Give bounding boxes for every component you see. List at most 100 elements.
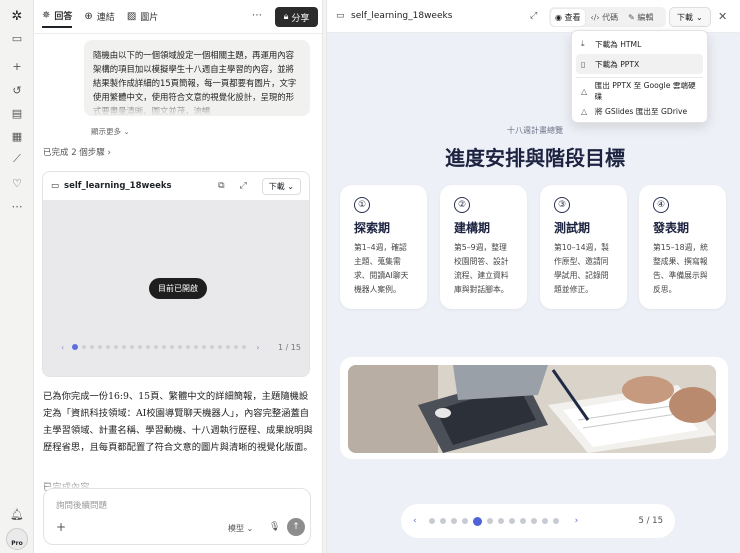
library-icon[interactable]: ▤: [9, 105, 25, 121]
file-icon: ▯: [581, 59, 586, 69]
steps-completed[interactable]: 已完成 2 個步驟 ›: [43, 146, 111, 158]
view-button[interactable]: ◉ 查看: [551, 8, 585, 26]
slides-card: ▭ self_learning_18weeks ⧉ ⤢ 下載 ⌄ 目前已開啟 ‹…: [42, 171, 310, 377]
tab-label: 圖片: [140, 12, 159, 23]
prev-slide-icon[interactable]: ‹: [413, 516, 417, 526]
page-dot[interactable]: [130, 345, 135, 349]
page-dot[interactable]: [146, 345, 151, 349]
page-dot[interactable]: [186, 345, 191, 349]
page-dot[interactable]: [218, 345, 223, 349]
phase-number: ③: [554, 197, 570, 213]
globe-icon: ⊕: [84, 10, 93, 22]
phase-desc: 第15–18週，統整成果、撰寫報告、準備展示與反思。: [653, 243, 708, 294]
tab-label: 回答: [54, 11, 73, 22]
code-label: 代碼: [602, 12, 619, 22]
mini-prev-icon[interactable]: ‹: [61, 343, 64, 352]
page-dot[interactable]: [90, 345, 95, 349]
menu-item-download-html[interactable]: ⤓ 下載為 HTML: [576, 34, 703, 54]
phase-card: ③ 測試期 第10–14週，製作原型、邀請同學試用、記錄問題並修正。: [540, 185, 627, 309]
page-dot[interactable]: [450, 518, 457, 524]
page-dot[interactable]: [519, 518, 526, 524]
page-dot[interactable]: [530, 518, 537, 524]
mini-next-icon[interactable]: ›: [256, 343, 259, 352]
notification-icon[interactable]: 🔔︎: [9, 506, 25, 522]
tab-links[interactable]: ⊕ 連結: [84, 10, 114, 27]
drive-icon: △: [581, 86, 588, 96]
page-dot[interactable]: [106, 345, 111, 349]
avatar[interactable]: Pro: [6, 528, 28, 550]
expand-icon[interactable]: ⤢: [240, 181, 247, 191]
page-dot[interactable]: [461, 518, 468, 524]
page-dot[interactable]: [497, 518, 504, 524]
next-slide-icon[interactable]: ›: [575, 516, 579, 526]
slide-thumbnail[interactable]: 目前已開啟 ‹ › 1 / 15: [43, 200, 309, 376]
page-dot[interactable]: [508, 518, 515, 524]
fullscreen-icon[interactable]: ⤢: [530, 11, 537, 21]
page-dot[interactable]: [242, 345, 247, 349]
page-dot[interactable]: [162, 345, 167, 349]
phase-desc: 第1–4週，確認主題、蒐集需求、閱讀AI聊天機器人案例。: [354, 243, 409, 294]
page-dot[interactable]: [234, 345, 239, 349]
view-mode-switch: ◉ 查看 ‹/› 代碼 ✎ 編輯: [549, 7, 666, 27]
history-icon[interactable]: ↺: [9, 82, 25, 98]
code-button[interactable]: ‹/› 代碼: [587, 9, 623, 26]
user-message: 隨機由以下的一個領域設定一個相關主題，再運用內容架構的項目加以模擬學生十八週自主…: [84, 40, 310, 116]
slides-file-icon: ▭: [51, 181, 60, 191]
chart-icon[interactable]: ⟋: [9, 151, 25, 167]
favorites-icon[interactable]: ♡: [9, 175, 25, 191]
page-dot[interactable]: [541, 518, 548, 524]
model-selector[interactable]: 模型 ⌄: [228, 523, 253, 534]
page-dot[interactable]: [194, 345, 199, 349]
page-dot[interactable]: [170, 345, 175, 349]
app-logo-icon[interactable]: ✲: [9, 8, 25, 24]
page-dot[interactable]: [114, 345, 119, 349]
page-dot[interactable]: [178, 345, 183, 349]
new-thread-icon[interactable]: +: [9, 58, 25, 74]
more-icon[interactable]: ⋯: [9, 198, 25, 214]
page-dot[interactable]: [486, 518, 493, 524]
mini-slide-nav: ‹ › 1 / 15: [61, 340, 301, 354]
page-dot[interactable]: [428, 518, 435, 524]
page-dot[interactable]: [439, 518, 446, 524]
page-dot[interactable]: [122, 345, 127, 349]
edit-button[interactable]: ✎ 編輯: [624, 9, 657, 26]
tab-label: 連結: [96, 12, 115, 23]
page-dot[interactable]: [154, 345, 159, 349]
close-icon[interactable]: ✕: [718, 10, 727, 23]
page-dot[interactable]: [82, 345, 87, 349]
copy-icon[interactable]: ⧉: [218, 181, 224, 191]
more-options-icon[interactable]: ⋯: [252, 10, 262, 21]
tab-answer[interactable]: ✵ 回答: [42, 9, 73, 28]
page-dot[interactable]: [226, 345, 231, 349]
page-dot[interactable]: [72, 344, 79, 350]
view-label: 查看: [564, 12, 581, 22]
menu-item-export-pptx-drive[interactable]: △ 匯出 PPTX 至 Google 雲端硬碟: [576, 81, 703, 101]
microphone-icon[interactable]: 🎙︎: [269, 522, 280, 532]
lock-icon: 🔒︎: [283, 12, 289, 22]
image-icon: ▨: [126, 10, 137, 22]
page-dot[interactable]: [202, 345, 207, 349]
attach-plus-icon[interactable]: +: [56, 520, 66, 534]
slides-file-name: self_learning_18weeks: [64, 181, 172, 191]
phase-name: 測試期: [554, 221, 591, 235]
menu-item-download-pptx[interactable]: ▯ 下載為 PPTX: [576, 54, 703, 74]
page-dot[interactable]: [138, 345, 143, 349]
edit-label: 編輯: [637, 12, 654, 22]
page-dot[interactable]: [98, 345, 103, 349]
show-more-button[interactable]: 顯示更多 ⌄: [91, 126, 130, 137]
follow-up-input[interactable]: 詢問後續問題: [56, 499, 107, 511]
tab-divider: [34, 33, 322, 34]
card-download-button[interactable]: 下載 ⌄: [261, 177, 301, 195]
share-button[interactable]: 🔒︎ 分享: [275, 7, 318, 27]
send-button[interactable]: ↑: [287, 518, 305, 536]
assistant-answer: 已為你完成一份16:9、15頁、繁體中文的詳細簡報，主題隨機設定為「資訊科技領域…: [43, 391, 313, 453]
page-dot[interactable]: [210, 345, 215, 349]
menu-item-export-gslides-drive[interactable]: △ 將 GSlides 匯出至 GDrive: [576, 101, 703, 121]
tab-images[interactable]: ▨ 圖片: [127, 10, 158, 27]
page-dot[interactable]: [552, 518, 559, 524]
page-dot[interactable]: [472, 516, 482, 526]
spaces-icon[interactable]: ▦: [9, 128, 25, 144]
panel-toggle-icon[interactable]: ▭: [9, 30, 25, 46]
phase-card: ① 探索期 第1–4週，確認主題、蒐集需求、閱讀AI聊天機器人案例。: [340, 185, 427, 309]
preview-download-button[interactable]: 下載 ⌄: [669, 7, 711, 27]
